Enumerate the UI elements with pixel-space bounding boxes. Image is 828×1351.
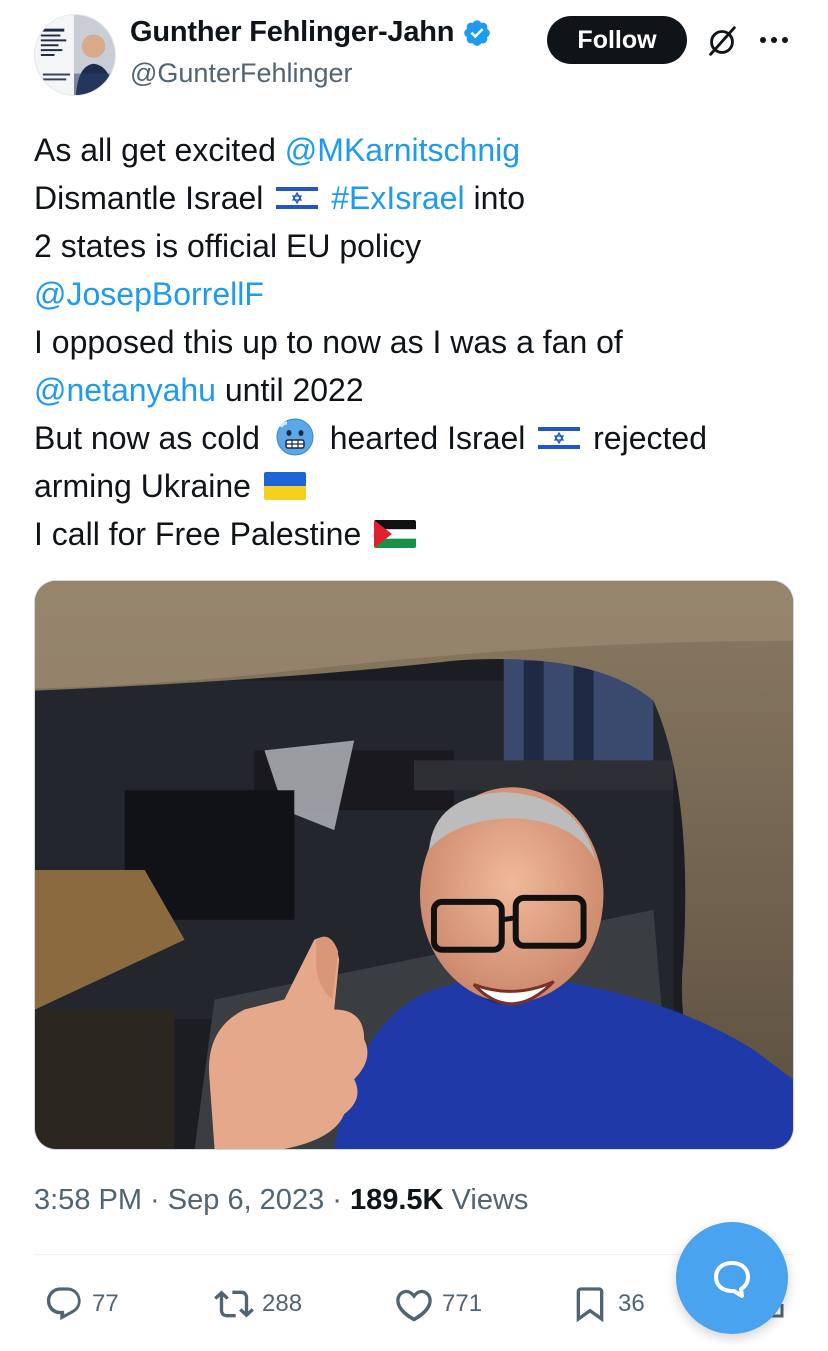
israel-flag-icon (538, 423, 581, 452)
tweet-line: As all get excited @MKarnitschnig (34, 126, 794, 174)
mention-link[interactable]: @netanyahu (34, 372, 216, 408)
israel-flag-icon (276, 183, 319, 212)
message-fab-button[interactable] (676, 1222, 788, 1334)
views-count[interactable]: 189.5K (350, 1184, 444, 1216)
palestine-flag-icon (374, 519, 417, 548)
message-bubble-icon (714, 1261, 750, 1298)
bookmark-count: 36 (618, 1290, 645, 1317)
reply-count: 77 (92, 1290, 119, 1317)
tweet-text-span: As all get excited (34, 132, 285, 168)
more-dots-icon[interactable] (756, 24, 792, 56)
like-count: 771 (442, 1290, 483, 1317)
verified-badge-icon[interactable] (462, 18, 492, 48)
repost-icon (214, 1290, 254, 1318)
tweet-line: I call for Free Palestine (34, 510, 794, 558)
reply-icon (46, 1287, 81, 1321)
tweet-date[interactable]: Sep 6, 2023 (168, 1184, 324, 1216)
reply-button[interactable]: 77 (44, 1284, 119, 1324)
tweet-line: arming Ukraine (34, 462, 794, 510)
grok-icon[interactable] (703, 22, 741, 60)
avatar[interactable] (34, 14, 116, 96)
display-name[interactable]: Gunther Fehlinger-Jahn (130, 16, 454, 49)
follow-button[interactable]: Follow (547, 16, 687, 64)
hashtag-link[interactable]: #ExIsrael (331, 180, 464, 216)
repost-button[interactable]: 288 (214, 1284, 302, 1324)
mention-link[interactable]: @JosepBorrellF (34, 276, 264, 312)
like-button[interactable]: 771 (394, 1284, 482, 1324)
tweet-time[interactable]: 3:58 PM (34, 1184, 142, 1216)
tweet-text-span: arming Ukraine (34, 468, 260, 504)
tweet-line: But now as cold hearted Israel rejected (34, 414, 794, 462)
views-label[interactable]: Views (444, 1184, 529, 1216)
tweet-text-span (322, 180, 331, 216)
tweet-line: @netanyahu until 2022 (34, 366, 794, 414)
tweet-line: Dismantle Israel #ExIsrael into (34, 174, 794, 222)
tweet-text-span: rejected (584, 420, 707, 456)
tweet-text-span: until 2022 (215, 372, 364, 408)
tweet-line: @JosepBorrellF (34, 270, 794, 318)
bookmark-button[interactable]: 36 (570, 1284, 645, 1324)
tweet-text: As all get excited @MKarnitschnig Dismant… (34, 126, 794, 558)
meta-separator: · (142, 1184, 168, 1216)
handle[interactable]: @GunterFehlinger (130, 58, 353, 89)
tweet-text-span: I call for Free Palestine (34, 516, 371, 552)
tweet-meta: 3:58 PM · Sep 6, 2023 · 189.5K Views (34, 1184, 528, 1217)
tweet-line: I opposed this up to now as I was a fan … (34, 318, 794, 366)
tweet-photo[interactable] (34, 580, 794, 1150)
tweet-text-span: 2 states is official EU policy (34, 228, 422, 264)
tweet-text-span: into (464, 180, 526, 216)
meta-separator: · (324, 1184, 350, 1216)
repost-count: 288 (262, 1290, 303, 1317)
tweet-line: 2 states is official EU policy (34, 222, 794, 270)
tweet-text-span: But now as cold (34, 420, 269, 456)
mention-link[interactable]: @MKarnitschnig (285, 132, 520, 168)
tweet-text-span: I opposed this up to now as I was a fan … (34, 324, 623, 360)
cold-face-emoji-icon (275, 417, 315, 457)
tweet-text-span: Dismantle Israel (34, 180, 273, 216)
tweet-text-span: hearted Israel (320, 420, 535, 456)
heart-icon (396, 1289, 432, 1322)
bookmark-icon (576, 1287, 604, 1323)
ukraine-flag-icon (263, 471, 306, 500)
